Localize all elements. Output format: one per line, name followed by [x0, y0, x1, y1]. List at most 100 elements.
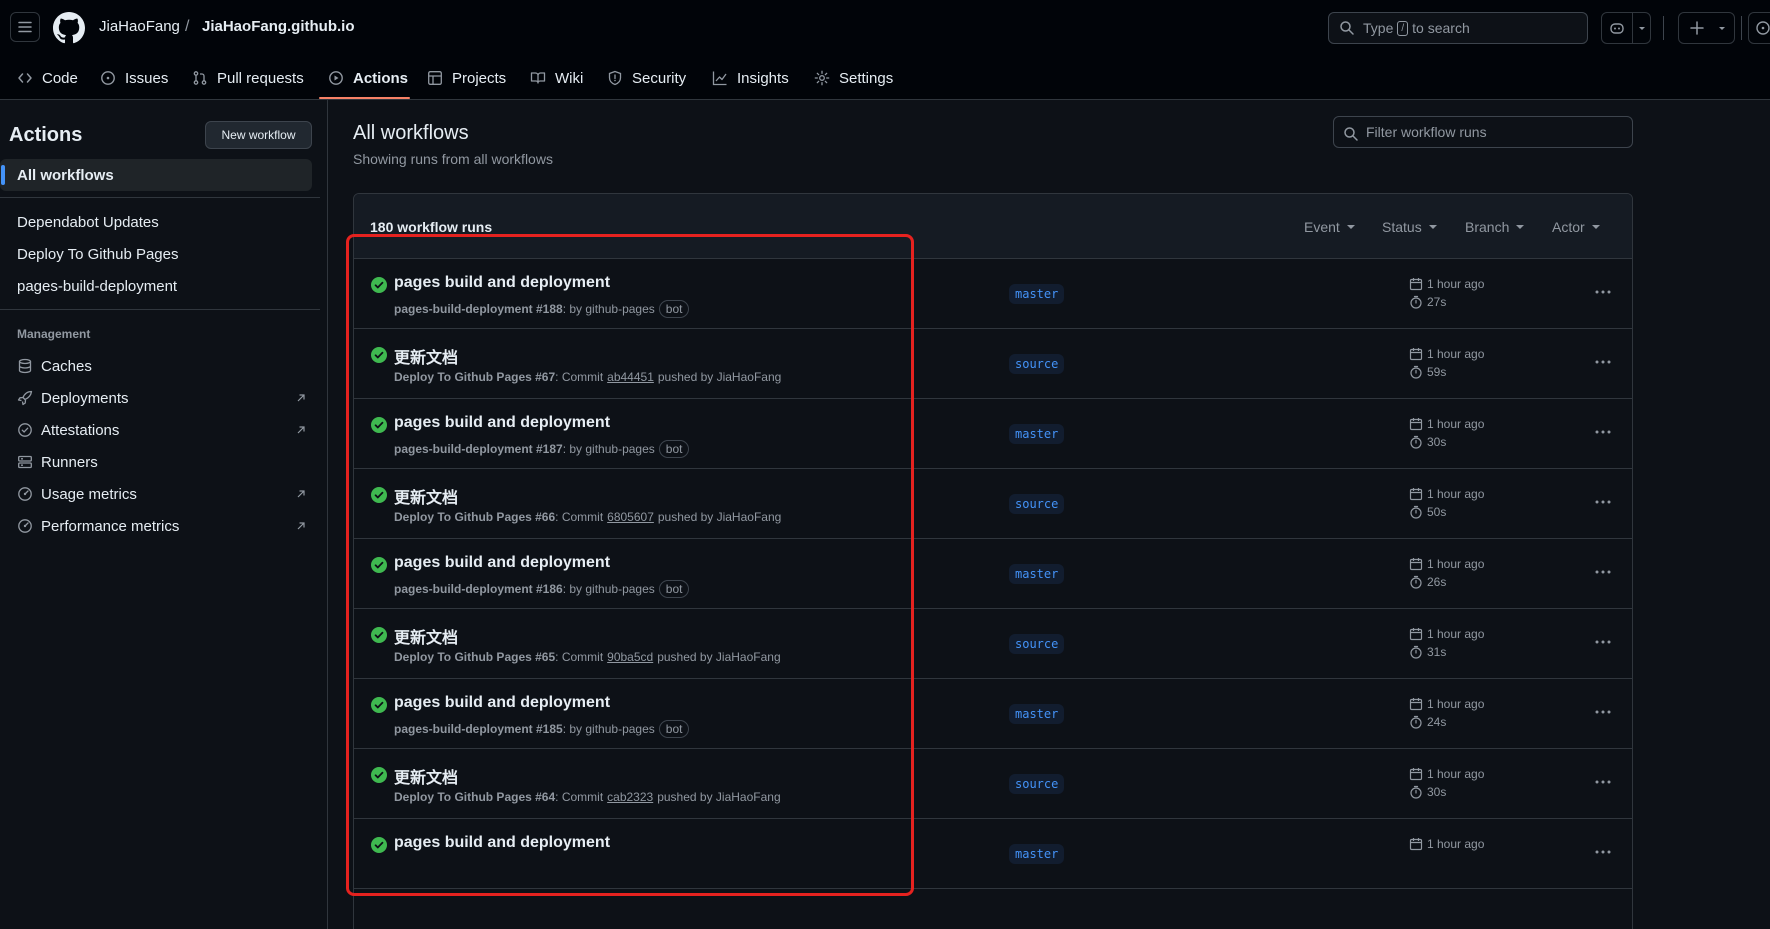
run-title[interactable]: 更新文档 [394, 624, 458, 648]
table-row[interactable]: 更新文档 Deploy To Github Pages #66 : Commit… [354, 469, 1632, 539]
run-pushed-by: pushed by JiaHaoFang [657, 510, 782, 524]
actor-filter-dropdown[interactable]: Actor [1552, 219, 1600, 235]
table-icon [428, 71, 442, 85]
event-filter-dropdown[interactable]: Event [1304, 219, 1355, 235]
run-commit-sha[interactable]: cab2323 [607, 790, 653, 804]
caret-down-icon [1346, 225, 1355, 229]
rocket-icon [17, 390, 33, 406]
kebab-horizontal-icon[interactable] [1594, 423, 1612, 441]
run-title[interactable]: 更新文档 [394, 344, 458, 368]
run-by: : by github-pages [562, 722, 655, 736]
run-commit-sha[interactable]: 90ba5cd [607, 650, 653, 664]
sidebar-management-heading: Management [17, 327, 91, 341]
branch-filter-dropdown[interactable]: Branch [1465, 219, 1525, 235]
table-row[interactable]: pages build and deployment pages-build-d… [354, 399, 1632, 469]
book-icon [530, 72, 546, 84]
tab-wiki[interactable]: Wiki [530, 56, 583, 100]
table-row[interactable]: pages build and deployment pages-build-d… [354, 539, 1632, 609]
new-workflow-button[interactable]: New workflow [205, 121, 312, 149]
branch-label[interactable]: master [1009, 844, 1065, 864]
run-meta: Deploy To Github Pages #64 : Commit cab2… [394, 790, 781, 804]
run-title[interactable]: pages build and deployment [394, 414, 610, 432]
branch-label[interactable]: source [1009, 774, 1065, 794]
run-workflow-name: Deploy To Github Pages #67 [394, 370, 556, 384]
tab-security[interactable]: Security [607, 56, 686, 100]
sidebar-workflow-dependabot-updates[interactable]: Dependabot Updates [17, 214, 159, 231]
run-meta: pages-build-deployment #188 : by github-… [394, 300, 690, 318]
calendar-icon [1409, 418, 1423, 431]
meter-icon [18, 519, 32, 533]
branch-label[interactable]: source [1009, 354, 1065, 374]
github-logo-icon[interactable] [53, 12, 85, 44]
run-workflow-name: Deploy To Github Pages #66 [394, 510, 556, 524]
table-row[interactable]: pages build and deployment pages-build-d… [354, 679, 1632, 749]
table-row[interactable]: 更新文档 Deploy To Github Pages #65 : Commit… [354, 609, 1632, 679]
check-circle-fill-icon [371, 767, 387, 783]
run-commit-sha[interactable]: 6805607 [607, 510, 654, 524]
shield-icon [608, 70, 622, 86]
run-by: : Commit [555, 790, 604, 804]
sidebar-item-attestations[interactable]: Attestations [17, 414, 307, 446]
kebab-horizontal-icon[interactable] [1594, 353, 1612, 371]
search-prefix: Type [1363, 20, 1394, 36]
kebab-horizontal-icon[interactable] [1594, 773, 1612, 791]
filter-workflow-runs-input[interactable]: Filter workflow runs [1333, 116, 1633, 148]
sidebar-item-all-workflows[interactable]: All workflows [0, 159, 312, 191]
run-title[interactable]: pages build and deployment [394, 834, 610, 852]
run-title[interactable]: 更新文档 [394, 484, 458, 508]
branch-label[interactable]: master [1009, 704, 1065, 724]
tab-actions[interactable]: Actions [328, 56, 408, 100]
branch-label[interactable]: master [1009, 424, 1065, 444]
run-commit-sha[interactable]: ab44451 [607, 370, 654, 384]
kebab-horizontal-icon[interactable] [1594, 493, 1612, 511]
run-workflow-name: Deploy To Github Pages #64 [394, 790, 556, 804]
run-duration: 59s [1409, 365, 1446, 379]
sidebar-divider [0, 309, 320, 310]
kebab-horizontal-icon[interactable] [1594, 633, 1612, 651]
tab-projects[interactable]: Projects [427, 56, 506, 100]
search-icon [1344, 127, 1358, 141]
tab-code[interactable]: Code [17, 56, 78, 100]
run-duration: 50s [1409, 505, 1446, 519]
run-title[interactable]: pages build and deployment [394, 554, 610, 572]
run-timestamp: 1 hour ago [1409, 347, 1484, 361]
global-search-input[interactable]: Type / to search [1328, 12, 1588, 44]
table-row[interactable]: pages build and deployment master 1 hour… [354, 819, 1632, 889]
tab-issues[interactable]: Issues [100, 56, 168, 100]
table-row[interactable]: 更新文档 Deploy To Github Pages #64 : Commit… [354, 749, 1632, 819]
copilot-button[interactable] [1601, 12, 1651, 44]
create-new-button[interactable] [1678, 12, 1735, 44]
repo-nav: Code Issues Pull requests Actions Projec… [0, 56, 1770, 100]
sidebar-workflow-deploy-to-github-pages[interactable]: Deploy To Github Pages [17, 246, 179, 263]
kebab-horizontal-icon[interactable] [1594, 563, 1612, 581]
run-title[interactable]: 更新文档 [394, 764, 458, 788]
sidebar-item-deployments[interactable]: Deployments [17, 382, 307, 414]
run-pushed-by: pushed by JiaHaoFang [657, 790, 781, 804]
search-suffix: to search [1412, 20, 1470, 36]
table-row[interactable]: pages build and deployment pages-build-d… [354, 259, 1632, 329]
run-duration: 27s [1409, 295, 1446, 309]
tab-settings[interactable]: Settings [814, 56, 893, 100]
breadcrumb-owner[interactable]: JiaHaoFang [99, 18, 180, 35]
hamburger-menu-icon[interactable] [10, 12, 40, 42]
kebab-horizontal-icon[interactable] [1594, 843, 1612, 861]
issues-shortcut-button[interactable] [1748, 12, 1770, 44]
breadcrumb-repo[interactable]: JiaHaoFang.github.io [202, 18, 355, 35]
status-filter-dropdown[interactable]: Status [1382, 219, 1437, 235]
run-title[interactable]: pages build and deployment [394, 694, 610, 712]
table-row[interactable]: 更新文档 Deploy To Github Pages #67 : Commit… [354, 329, 1632, 399]
branch-label[interactable]: source [1009, 634, 1065, 654]
sidebar-item-runners[interactable]: Runners [17, 446, 307, 478]
kebab-horizontal-icon[interactable] [1594, 283, 1612, 301]
branch-label[interactable]: master [1009, 564, 1065, 584]
sidebar-workflow-pages-build-deployment[interactable]: pages-build-deployment [17, 278, 177, 295]
branch-label[interactable]: master [1009, 284, 1065, 304]
run-title[interactable]: pages build and deployment [394, 274, 610, 292]
sidebar-item-performance-metrics[interactable]: Performance metrics [17, 510, 307, 542]
branch-label[interactable]: source [1009, 494, 1065, 514]
sidebar-item-caches[interactable]: Caches [17, 350, 307, 382]
tab-insights[interactable]: Insights [712, 56, 789, 100]
kebab-horizontal-icon[interactable] [1594, 703, 1612, 721]
tab-pull-requests[interactable]: Pull requests [192, 56, 304, 100]
sidebar-item-usage-metrics[interactable]: Usage metrics [17, 478, 307, 510]
